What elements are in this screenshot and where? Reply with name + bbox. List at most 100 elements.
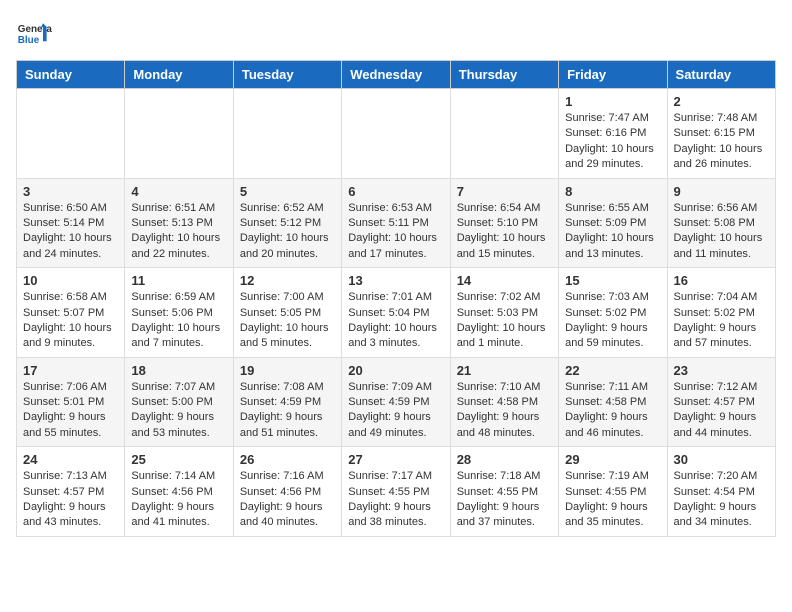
calendar-header-saturday: Saturday xyxy=(667,61,775,89)
day-info: Sunrise: 6:56 AM Sunset: 5:08 PM Dayligh… xyxy=(674,201,769,263)
day-info: Sunrise: 7:09 AM Sunset: 4:59 PM Dayligh… xyxy=(348,380,443,442)
calendar-cell: 1 Sunrise: 7:47 AM Sunset: 6:16 PM Daylig… xyxy=(559,89,667,179)
page-header: General Blue xyxy=(16,16,776,52)
calendar-cell: 15 Sunrise: 7:03 AM Sunset: 5:02 PM Dayli… xyxy=(559,268,667,358)
calendar-week-row: 3 Sunrise: 6:50 AM Sunset: 5:14 PM Daylig… xyxy=(17,178,776,268)
day-info: Sunrise: 7:02 AM Sunset: 5:03 PM Dayligh… xyxy=(457,290,552,352)
calendar-cell: 28Sunrise: 7:18 AM Sunset: 4:55 PM Dayli… xyxy=(450,447,558,537)
svg-text:General: General xyxy=(18,24,52,35)
calendar-header-row: SundayMondayTuesdayWednesdayThursdayFrid… xyxy=(17,61,776,89)
day-info: Sunrise: 6:55 AM Sunset: 5:09 PM Dayligh… xyxy=(565,201,660,263)
day-info: Sunrise: 7:47 AM Sunset: 6:16 PM Dayligh… xyxy=(565,111,660,173)
calendar-week-row: 24Sunrise: 7:13 AM Sunset: 4:57 PM Dayli… xyxy=(17,447,776,537)
day-info: Sunrise: 7:06 AM Sunset: 5:01 PM Dayligh… xyxy=(23,380,118,442)
day-info: Sunrise: 7:07 AM Sunset: 5:00 PM Dayligh… xyxy=(131,380,226,442)
day-number: 6 xyxy=(348,184,443,199)
day-info: Sunrise: 7:00 AM Sunset: 5:05 PM Dayligh… xyxy=(240,290,335,352)
day-number: 8 xyxy=(565,184,660,199)
day-info: Sunrise: 7:03 AM Sunset: 5:02 PM Dayligh… xyxy=(565,290,660,352)
calendar-cell xyxy=(17,89,125,179)
calendar-week-row: 17 Sunrise: 7:06 AM Sunset: 5:01 PM Dayli… xyxy=(17,357,776,447)
day-number: 29 xyxy=(565,452,660,467)
calendar-header-sunday: Sunday xyxy=(17,61,125,89)
day-info: Sunrise: 7:17 AM Sunset: 4:55 PM Dayligh… xyxy=(348,469,443,531)
calendar-cell: 24Sunrise: 7:13 AM Sunset: 4:57 PM Dayli… xyxy=(17,447,125,537)
calendar: SundayMondayTuesdayWednesdayThursdayFrid… xyxy=(16,60,776,537)
calendar-header-monday: Monday xyxy=(125,61,233,89)
day-info: Sunrise: 7:14 AM Sunset: 4:56 PM Dayligh… xyxy=(131,469,226,531)
logo: General Blue xyxy=(16,16,52,52)
calendar-header-tuesday: Tuesday xyxy=(233,61,341,89)
calendar-cell xyxy=(450,89,558,179)
calendar-cell: 22 Sunrise: 7:11 AM Sunset: 4:58 PM Dayli… xyxy=(559,357,667,447)
calendar-cell: 8 Sunrise: 6:55 AM Sunset: 5:09 PM Daylig… xyxy=(559,178,667,268)
calendar-cell: 20 Sunrise: 7:09 AM Sunset: 4:59 PM Dayli… xyxy=(342,357,450,447)
day-number: 19 xyxy=(240,363,335,378)
day-number: 27 xyxy=(348,452,443,467)
day-number: 13 xyxy=(348,273,443,288)
day-number: 22 xyxy=(565,363,660,378)
svg-text:Blue: Blue xyxy=(18,35,40,46)
day-info: Sunrise: 7:19 AM Sunset: 4:55 PM Dayligh… xyxy=(565,469,660,531)
day-info: Sunrise: 6:52 AM Sunset: 5:12 PM Dayligh… xyxy=(240,201,335,263)
day-info: Sunrise: 7:16 AM Sunset: 4:56 PM Dayligh… xyxy=(240,469,335,531)
calendar-cell: 6 Sunrise: 6:53 AM Sunset: 5:11 PM Daylig… xyxy=(342,178,450,268)
calendar-cell: 9Sunrise: 6:56 AM Sunset: 5:08 PM Daylig… xyxy=(667,178,775,268)
day-number: 30 xyxy=(674,452,769,467)
calendar-cell: 30 Sunrise: 7:20 AM Sunset: 4:54 PM Dayli… xyxy=(667,447,775,537)
day-number: 11 xyxy=(131,273,226,288)
day-info: Sunrise: 6:58 AM Sunset: 5:07 PM Dayligh… xyxy=(23,290,118,352)
day-info: Sunrise: 7:20 AM Sunset: 4:54 PM Dayligh… xyxy=(674,469,769,531)
day-info: Sunrise: 7:04 AM Sunset: 5:02 PM Dayligh… xyxy=(674,290,769,352)
calendar-cell: 5 Sunrise: 6:52 AM Sunset: 5:12 PM Daylig… xyxy=(233,178,341,268)
day-info: Sunrise: 7:08 AM Sunset: 4:59 PM Dayligh… xyxy=(240,380,335,442)
day-info: Sunrise: 7:13 AM Sunset: 4:57 PM Dayligh… xyxy=(23,469,118,531)
day-number: 3 xyxy=(23,184,118,199)
day-info: Sunrise: 6:50 AM Sunset: 5:14 PM Dayligh… xyxy=(23,201,118,263)
calendar-cell: 19 Sunrise: 7:08 AM Sunset: 4:59 PM Dayli… xyxy=(233,357,341,447)
day-number: 4 xyxy=(131,184,226,199)
calendar-cell xyxy=(125,89,233,179)
day-number: 5 xyxy=(240,184,335,199)
calendar-cell: 16 Sunrise: 7:04 AM Sunset: 5:02 PM Dayli… xyxy=(667,268,775,358)
day-number: 2 xyxy=(674,94,769,109)
calendar-week-row: 10Sunrise: 6:58 AM Sunset: 5:07 PM Dayli… xyxy=(17,268,776,358)
calendar-cell: 11 Sunrise: 6:59 AM Sunset: 5:06 PM Dayli… xyxy=(125,268,233,358)
day-info: Sunrise: 7:01 AM Sunset: 5:04 PM Dayligh… xyxy=(348,290,443,352)
calendar-header-wednesday: Wednesday xyxy=(342,61,450,89)
day-info: Sunrise: 7:12 AM Sunset: 4:57 PM Dayligh… xyxy=(674,380,769,442)
calendar-cell: 27 Sunrise: 7:17 AM Sunset: 4:55 PM Dayli… xyxy=(342,447,450,537)
calendar-cell: 4 Sunrise: 6:51 AM Sunset: 5:13 PM Daylig… xyxy=(125,178,233,268)
calendar-header-friday: Friday xyxy=(559,61,667,89)
calendar-cell: 14 Sunrise: 7:02 AM Sunset: 5:03 PM Dayli… xyxy=(450,268,558,358)
day-info: Sunrise: 7:10 AM Sunset: 4:58 PM Dayligh… xyxy=(457,380,552,442)
day-info: Sunrise: 6:53 AM Sunset: 5:11 PM Dayligh… xyxy=(348,201,443,263)
logo-icon: General Blue xyxy=(16,16,52,52)
day-number: 23 xyxy=(674,363,769,378)
calendar-cell: 29 Sunrise: 7:19 AM Sunset: 4:55 PM Dayli… xyxy=(559,447,667,537)
day-info: Sunrise: 7:11 AM Sunset: 4:58 PM Dayligh… xyxy=(565,380,660,442)
day-info: Sunrise: 6:59 AM Sunset: 5:06 PM Dayligh… xyxy=(131,290,226,352)
calendar-cell: 3 Sunrise: 6:50 AM Sunset: 5:14 PM Daylig… xyxy=(17,178,125,268)
day-number: 16 xyxy=(674,273,769,288)
calendar-cell: 13 Sunrise: 7:01 AM Sunset: 5:04 PM Dayli… xyxy=(342,268,450,358)
day-number: 28 xyxy=(457,452,552,467)
day-number: 15 xyxy=(565,273,660,288)
calendar-cell: 21 Sunrise: 7:10 AM Sunset: 4:58 PM Dayli… xyxy=(450,357,558,447)
day-number: 25 xyxy=(131,452,226,467)
day-number: 14 xyxy=(457,273,552,288)
day-number: 17 xyxy=(23,363,118,378)
day-number: 1 xyxy=(565,94,660,109)
day-number: 20 xyxy=(348,363,443,378)
calendar-cell: 7Sunrise: 6:54 AM Sunset: 5:10 PM Daylig… xyxy=(450,178,558,268)
calendar-week-row: 1 Sunrise: 7:47 AM Sunset: 6:16 PM Daylig… xyxy=(17,89,776,179)
day-number: 7 xyxy=(457,184,552,199)
calendar-cell xyxy=(342,89,450,179)
day-info: Sunrise: 7:48 AM Sunset: 6:15 PM Dayligh… xyxy=(674,111,769,173)
calendar-cell: 17 Sunrise: 7:06 AM Sunset: 5:01 PM Dayli… xyxy=(17,357,125,447)
day-number: 21 xyxy=(457,363,552,378)
calendar-cell: 18Sunrise: 7:07 AM Sunset: 5:00 PM Dayli… xyxy=(125,357,233,447)
calendar-header-thursday: Thursday xyxy=(450,61,558,89)
day-info: Sunrise: 6:51 AM Sunset: 5:13 PM Dayligh… xyxy=(131,201,226,263)
calendar-cell xyxy=(233,89,341,179)
